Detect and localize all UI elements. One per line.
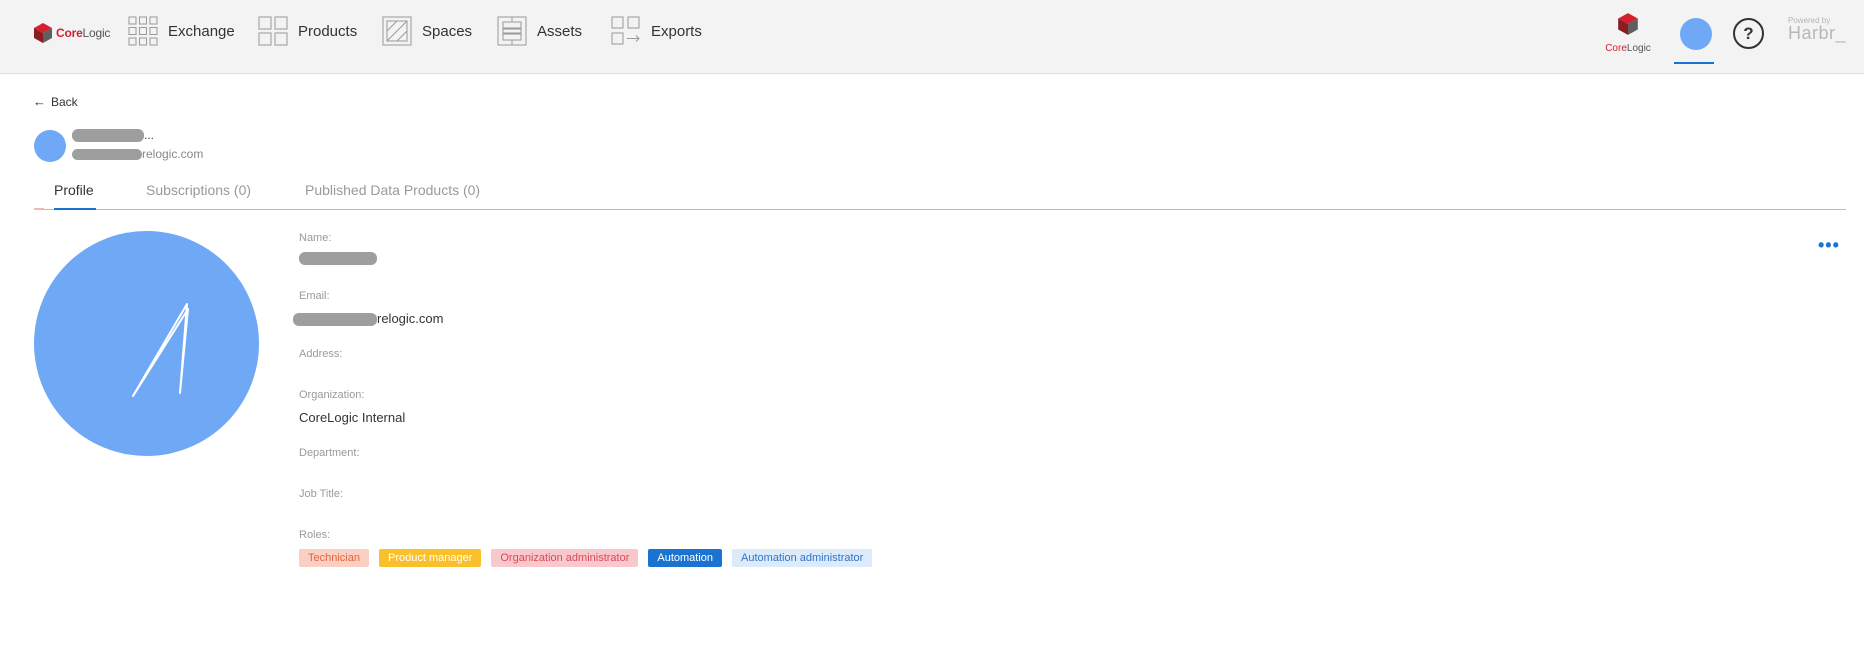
- back-label: Back: [51, 94, 78, 109]
- active-indicator: [1674, 62, 1714, 64]
- nav-label: Exports: [651, 22, 702, 40]
- user-email: relogic.com: [72, 147, 203, 161]
- arrow-left-icon: ←: [33, 94, 46, 109]
- avatar-initial-glyph: [132, 303, 189, 397]
- nav-label: Spaces: [422, 22, 473, 40]
- corelogic-cube-icon: [1618, 13, 1638, 35]
- email-label: Email:: [299, 290, 330, 302]
- squares-icon: [258, 16, 288, 46]
- redacted-text: [72, 149, 142, 161]
- back-link[interactable]: ← Back: [33, 94, 78, 109]
- powered-by-harbr: Powered by Harbr_: [1788, 16, 1858, 44]
- tab-active-underline: [54, 208, 96, 210]
- redacted-text: [72, 129, 144, 143]
- redacted-text: [293, 313, 377, 327]
- stack-icon: [497, 16, 527, 46]
- name-label: Name:: [299, 232, 332, 244]
- user-name-suffix: ...: [144, 128, 155, 142]
- role-badge-technician: Technician: [299, 549, 369, 567]
- grid-icon: [128, 16, 158, 46]
- nav-exchange[interactable]: Exchange: [128, 14, 235, 48]
- tab-subscriptions[interactable]: Subscriptions (0): [146, 182, 251, 198]
- help-icon[interactable]: ?: [1733, 18, 1764, 49]
- job-title-label: Job Title:: [299, 488, 344, 500]
- corelogic-cube-icon: [34, 23, 52, 43]
- email-value: relogic.com: [293, 311, 444, 327]
- nav-exports[interactable]: Exports: [611, 14, 702, 48]
- organization-value: CoreLogic Internal: [299, 410, 406, 425]
- organization-label: Organization:: [299, 389, 365, 401]
- logo-core-text: Core: [56, 26, 83, 40]
- role-badge-product-manager: Product manager: [378, 549, 482, 567]
- harbr-brand: Harbr_: [1788, 23, 1847, 43]
- profile-avatar: [34, 231, 259, 456]
- tab-profile[interactable]: Profile: [54, 182, 94, 198]
- user-menu-button[interactable]: [1674, 14, 1718, 64]
- redacted-text: [299, 252, 377, 266]
- avatar: [34, 130, 66, 162]
- roles-list: Technician Product manager Organization …: [299, 549, 873, 567]
- more-options-icon[interactable]: •••: [1818, 236, 1840, 254]
- user-email-suffix: relogic.com: [142, 147, 204, 161]
- tab-marker: [34, 208, 44, 210]
- role-badge-automation-administrator: Automation administrator: [732, 549, 873, 567]
- address-label: Address:: [299, 348, 343, 360]
- logo-logic-text: Logic: [82, 26, 111, 40]
- roles-label: Roles:: [299, 529, 331, 541]
- export-arrow-icon: [611, 16, 640, 45]
- hatched-square-icon: [382, 16, 412, 46]
- profile-tabs: Profile Subscriptions (0) Published Data…: [34, 178, 1846, 210]
- tab-published-data-products[interactable]: Published Data Products (0): [305, 182, 480, 198]
- nav-spaces[interactable]: Spaces: [382, 14, 472, 48]
- email-value-suffix: relogic.com: [377, 311, 444, 326]
- role-badge-organization-administrator: Organization administrator: [491, 549, 639, 567]
- corelogic-brand-logo[interactable]: CoreLogic: [1600, 12, 1656, 56]
- name-value: [299, 250, 377, 266]
- avatar: [1680, 18, 1712, 50]
- department-label: Department:: [299, 447, 360, 459]
- brand-core-text: Core: [1605, 43, 1627, 54]
- user-name: ...: [72, 128, 155, 143]
- role-badge-automation: Automation: [648, 549, 723, 567]
- top-navigation-bar: CoreLogic Exchange Products Spaces Asset…: [0, 0, 1864, 74]
- brand-logic-text: Logic: [1626, 43, 1651, 54]
- nav-products[interactable]: Products: [258, 14, 357, 48]
- nav-assets[interactable]: Assets: [497, 14, 582, 48]
- nav-label: Exchange: [168, 22, 235, 40]
- nav-label: Products: [298, 22, 358, 40]
- nav-label: Assets: [537, 22, 583, 40]
- corelogic-logo[interactable]: CoreLogic: [33, 20, 110, 46]
